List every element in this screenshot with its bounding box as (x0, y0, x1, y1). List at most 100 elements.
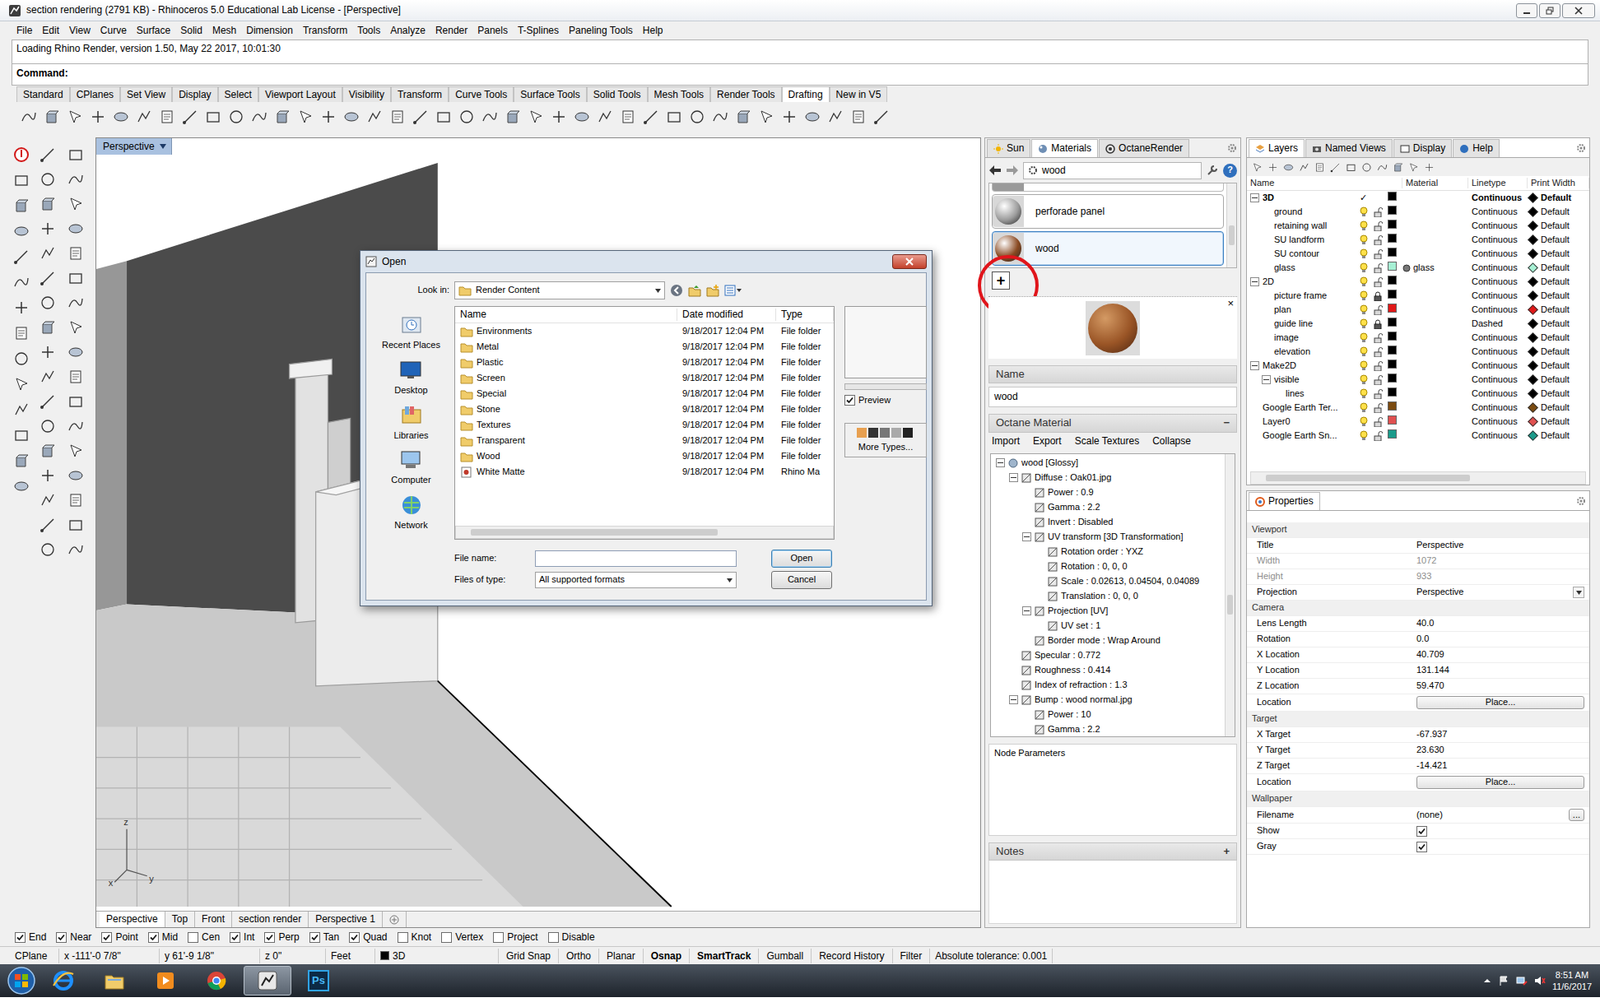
file-row[interactable]: Wood9/18/2017 12:04 PMFile folder (455, 448, 834, 465)
tool-icon[interactable] (64, 267, 88, 289)
layer-print-cell[interactable]: Default (1527, 374, 1590, 387)
menu-item[interactable]: File (11, 24, 38, 38)
layer-color[interactable] (1387, 401, 1397, 411)
tool-icon[interactable] (133, 106, 155, 128)
tool-icon[interactable] (64, 193, 88, 215)
layer-row[interactable]: retaining wallContinuousDefault (1246, 218, 1590, 233)
gear-icon[interactable] (1576, 141, 1590, 154)
column-header[interactable]: Name (455, 308, 678, 321)
place-label[interactable]: Recent Places (381, 339, 441, 352)
tool-icon[interactable] (479, 106, 501, 128)
tool-icon[interactable] (709, 106, 731, 128)
property-value[interactable]: Perspective (1411, 585, 1590, 601)
dropdown-icon[interactable] (1572, 586, 1585, 599)
material-item-partial[interactable] (991, 183, 1224, 192)
locked-icon[interactable] (1373, 290, 1388, 303)
osnap-label[interactable]: Quad (362, 931, 387, 945)
osnap-checkbox[interactable] (493, 932, 504, 944)
property-field[interactable]: 59.470 (1416, 680, 1445, 693)
osnap-label[interactable]: End (28, 931, 47, 945)
toolbar-tab[interactable]: Display (172, 86, 218, 103)
menu-item[interactable]: Panels (472, 24, 513, 38)
menu-item[interactable]: Render (430, 24, 473, 38)
tool-icon[interactable] (64, 144, 88, 166)
taskbar-app[interactable] (192, 966, 241, 996)
layer-linetype[interactable]: Continuous (1468, 430, 1528, 442)
layer-print-cell[interactable]: Default (1527, 220, 1590, 233)
property-value[interactable]: 59.470 (1411, 679, 1590, 695)
layer-color[interactable] (1387, 261, 1397, 271)
layer-tool-icon[interactable] (1392, 161, 1404, 174)
layer-linetype[interactable]: Continuous (1468, 332, 1528, 345)
expander[interactable] (995, 458, 1005, 468)
explorer-icon[interactable] (102, 969, 126, 993)
layer-name[interactable]: 3D (392, 948, 405, 964)
tool-icon[interactable] (9, 220, 33, 242)
action-link[interactable]: Export (1032, 435, 1062, 448)
layer-print-width[interactable]: Default (1540, 346, 1570, 359)
tool-icon[interactable] (248, 106, 270, 128)
layer-color[interactable] (1387, 415, 1397, 425)
tree-label[interactable]: Roughness : 0.414 (1034, 665, 1111, 677)
property-field[interactable]: 40.0 (1416, 618, 1434, 630)
name-field[interactable]: wood (988, 386, 1238, 408)
property-checkbox[interactable] (1416, 841, 1428, 853)
bulb-icon[interactable] (1359, 346, 1374, 359)
layer-print-cell[interactable]: Default (1527, 304, 1590, 317)
property-value[interactable]: 40.0 (1411, 616, 1590, 633)
layer-row[interactable]: Make2DContinuousDefault (1246, 358, 1590, 373)
stop-icon[interactable] (9, 144, 33, 166)
layer-print-cell[interactable]: Default (1527, 262, 1590, 275)
panel-tab[interactable]: OctaneRender (1098, 139, 1190, 158)
file-name[interactable]: Plastic (476, 357, 503, 369)
osnap-label[interactable]: Near (69, 931, 92, 945)
place-item[interactable]: Libraries (393, 403, 428, 442)
layer-row[interactable]: 2DContinuousDefault (1246, 274, 1590, 289)
tool-icon[interactable] (179, 106, 201, 128)
start-button-icon[interactable] (6, 966, 37, 996)
layer-row[interactable]: groundContinuousDefault (1246, 204, 1590, 219)
layer-print-width[interactable]: Default (1540, 360, 1570, 373)
action-link[interactable]: Scale Textures (1074, 435, 1140, 448)
menu-item[interactable]: Help (637, 24, 669, 38)
tree-row[interactable]: Invert : Disabled (992, 515, 1224, 531)
layer-print-width[interactable]: Default (1540, 430, 1570, 442)
toolbar-tab[interactable]: Visibility (342, 86, 391, 103)
media-icon[interactable] (153, 969, 177, 993)
layer-print-cell[interactable]: Default (1527, 346, 1590, 359)
tree-label[interactable]: Power : 0.9 (1047, 487, 1094, 499)
taskbar-app[interactable]: Ps (294, 966, 343, 996)
layer-name[interactable]: picture frame (1274, 290, 1327, 303)
file-value[interactable]: (none) (1416, 809, 1443, 822)
breadcrumb[interactable]: wood (1023, 162, 1202, 180)
tool-icon[interactable] (36, 465, 60, 487)
tool-icon[interactable] (64, 366, 88, 388)
tree-row[interactable]: Translation : 0, 0, 0 (992, 589, 1224, 605)
tree-label[interactable]: Specular : 0.772 (1034, 650, 1101, 662)
layer-tool-icon[interactable] (1251, 161, 1263, 174)
osnap-checkbox[interactable] (55, 932, 67, 944)
layer-print-width[interactable]: Default (1540, 262, 1570, 275)
tool-icon[interactable] (9, 322, 33, 345)
property-field[interactable]: -67.937 (1416, 729, 1447, 741)
menu-item[interactable]: View (64, 24, 96, 38)
osnap-label[interactable]: Project (506, 931, 538, 945)
tool-icon[interactable] (9, 169, 33, 191)
column-header[interactable]: Material (1402, 177, 1469, 190)
tool-icon[interactable] (64, 415, 88, 438)
preview-label[interactable]: Preview (858, 395, 891, 407)
file-name[interactable]: Environments (476, 325, 532, 338)
tree-label[interactable]: wood [Glossy] (1021, 457, 1079, 470)
tree-label[interactable]: Translation : 0, 0, 0 (1060, 590, 1139, 603)
layer-row[interactable]: visibleContinuousDefault (1246, 372, 1590, 387)
menu-item[interactable]: Surface (131, 24, 176, 38)
panel-tab[interactable]: Materials (1031, 139, 1098, 158)
gear-icon[interactable] (1227, 141, 1241, 154)
tool-icon[interactable] (64, 106, 86, 128)
unlocked-icon[interactable] (1373, 332, 1388, 345)
property-select[interactable]: Perspective (1416, 586, 1585, 599)
tool-icon[interactable] (36, 316, 60, 339)
layer-linetype[interactable]: Continuous (1468, 206, 1528, 219)
panel-tab[interactable]: Layers (1248, 139, 1305, 158)
osnap-checkbox[interactable] (229, 932, 241, 944)
